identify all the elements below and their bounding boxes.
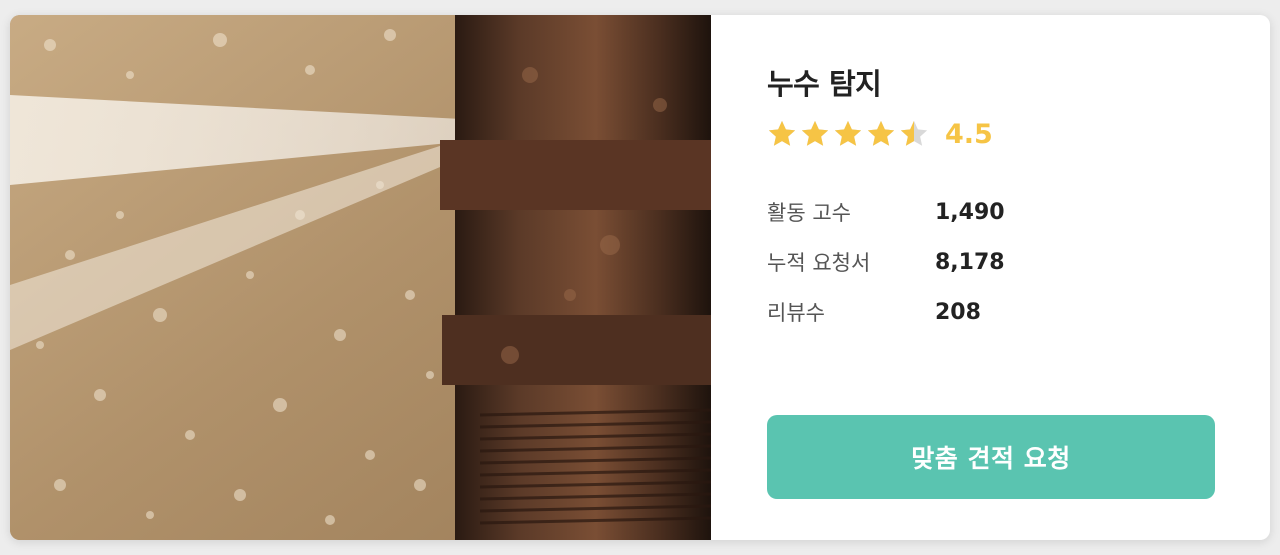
service-info: 누수 탐지 4.5 활동 고수 1,490 누적 요청서 8,178 리뷰수 2…: [767, 15, 1270, 540]
stat-row-reviews: 리뷰수 208: [767, 287, 1005, 337]
star-full-icon: [801, 120, 829, 146]
star-half-icon: [900, 120, 928, 146]
stat-label: 활동 고수: [767, 201, 851, 225]
star-full-icon: [867, 120, 895, 146]
stat-row-requests: 누적 요청서 8,178: [767, 237, 1005, 287]
service-card: 누수 탐지 4.5 활동 고수 1,490 누적 요청서 8,178 리뷰수 2…: [10, 15, 1270, 540]
stat-label: 리뷰수: [767, 301, 825, 325]
stat-value: 1,490: [935, 199, 1005, 225]
star-full-icon: [768, 120, 796, 146]
stat-label: 누적 요청서: [767, 251, 871, 275]
request-quote-button[interactable]: 맞춤 견적 요청: [767, 415, 1215, 499]
star-full-icon: [834, 120, 862, 146]
star-rating: [767, 119, 929, 149]
rating: 4.5: [767, 116, 993, 152]
service-title: 누수 탐지: [767, 67, 882, 101]
stats-list: 활동 고수 1,490 누적 요청서 8,178 리뷰수 208: [767, 187, 1005, 337]
rating-value: 4.5: [945, 118, 993, 150]
stat-row-experts: 활동 고수 1,490: [767, 187, 1005, 237]
stat-value: 208: [935, 299, 981, 325]
stat-value: 8,178: [935, 249, 1005, 275]
leaking-pipe-photo: [10, 15, 711, 540]
